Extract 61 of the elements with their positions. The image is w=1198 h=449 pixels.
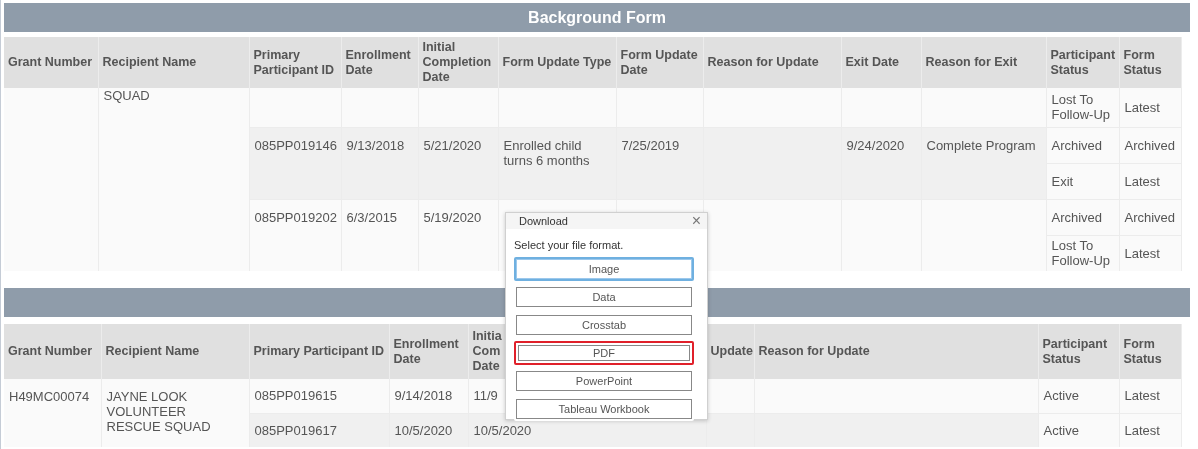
table-cell: Complete Program [921, 127, 1046, 199]
table-cell: 5/19/2020 [418, 199, 498, 271]
table-cell: Exit [1046, 163, 1119, 199]
table-cell: 085PP019202 [249, 199, 341, 271]
table-cell: Lost To Follow-Up [1046, 88, 1119, 127]
column-header: Reason for Exit [921, 37, 1046, 88]
column-header: Participant Status [1046, 37, 1119, 88]
table-cell: Enrolled child turns 6 months [498, 127, 616, 199]
column-header: Primary Participant ID [249, 37, 341, 88]
dialog-prompt: Select your file format. [514, 239, 625, 251]
close-button[interactable]: × [691, 213, 701, 229]
table-cell: JAYNE LOOK VOLUNTEER RESCUE SQUAD [101, 379, 249, 447]
table-cell: 5/21/2020 [418, 127, 498, 199]
table-cell: Latest [1119, 235, 1181, 271]
column-header: Form Update Type [498, 37, 616, 88]
column-header: Form Update Date [616, 37, 703, 88]
table-cell: Active [1038, 379, 1119, 413]
column-header: Update [706, 324, 754, 379]
table-cell: Archived [1046, 199, 1119, 235]
table-cell: 6/3/2015 [341, 199, 418, 271]
table-cell: Active [1038, 413, 1119, 447]
table-cell: Latest [1119, 413, 1181, 447]
column-header: Enrollment Date [389, 324, 468, 379]
table-cell: Latest [1119, 88, 1181, 127]
column-header: Reason for Update [754, 324, 1038, 379]
table-cell: Lost To Follow-Up [1046, 235, 1119, 271]
column-header: Recipient Name [101, 324, 249, 379]
format-option[interactable]: Crosstab [514, 313, 694, 337]
column-header: Participant Status [1038, 324, 1119, 379]
table-cell: Latest [1119, 163, 1181, 199]
format-option[interactable]: PDF [514, 341, 694, 365]
format-option[interactable]: Data [514, 285, 694, 309]
format-option[interactable]: Image [514, 257, 694, 281]
column-header: Grant Number [4, 324, 101, 379]
column-header: Initial Completion Date [418, 37, 498, 88]
table-cell: H49MC00074 [4, 379, 101, 447]
column-header: Reason for Update [703, 37, 841, 88]
column-header: Recipient Name [98, 37, 249, 88]
panel-title: Background Form [4, 3, 1190, 32]
format-option[interactable]: Tableau Workbook [514, 397, 694, 421]
table-cell: Latest [1119, 379, 1181, 413]
table-cell: SQUAD [98, 88, 249, 271]
column-header: Exit Date [841, 37, 921, 88]
table-cell: Archived [1119, 199, 1181, 235]
column-header: Form Status [1119, 37, 1181, 88]
table-cell: 10/5/2020 [389, 413, 468, 447]
column-header: Enrollment Date [341, 37, 418, 88]
format-option[interactable]: PowerPoint [514, 369, 694, 393]
table-cell: 085PP019615 [249, 379, 389, 413]
column-header: Grant Number [4, 37, 98, 88]
table-cell: 9/14/2018 [389, 379, 468, 413]
dialog-title: Download [519, 215, 568, 227]
table-cell: 085PP019617 [249, 413, 389, 447]
column-header: Primary Participant ID [249, 324, 389, 379]
table-cell: 085PP019146 [249, 127, 341, 199]
table-cell: 7/25/2019 [616, 127, 703, 199]
column-header: Form Status [1119, 324, 1181, 379]
table-cell: Archived [1046, 127, 1119, 163]
table-cell: 9/24/2020 [841, 127, 921, 199]
table-cell: Archived [1119, 127, 1181, 163]
table-cell: 9/13/2018 [341, 127, 418, 199]
